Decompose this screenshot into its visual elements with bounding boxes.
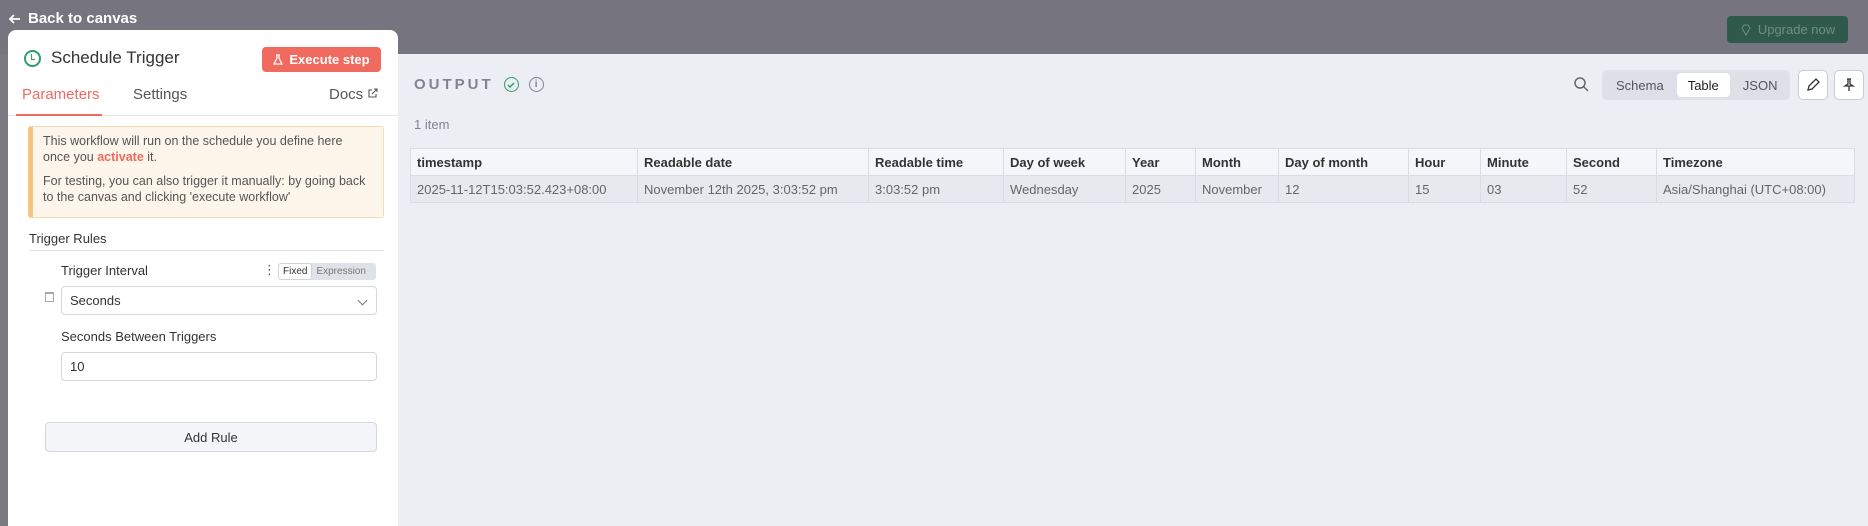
info-icon[interactable]: i (528, 77, 544, 92)
back-label: Back to canvas (28, 10, 138, 27)
view-mode-toggle: Schema Table JSON (1602, 70, 1790, 100)
flask-icon (273, 54, 284, 65)
panel-title: Schedule Trigger (24, 48, 180, 68)
output-table: timestamp Readable date Readable time Da… (410, 148, 1855, 203)
col-month: Month (1195, 148, 1279, 176)
trigger-interval-value: Seconds (70, 293, 121, 308)
upgrade-button[interactable]: Upgrade now (1727, 16, 1848, 43)
output-title: OUTPUT (414, 76, 494, 93)
chevron-down-icon (357, 295, 368, 306)
activate-link[interactable]: activate (97, 150, 144, 164)
col-hour: Hour (1408, 148, 1481, 176)
trigger-rules-heading: Trigger Rules (29, 231, 384, 251)
mode-fixed[interactable]: Fixed (278, 263, 313, 280)
fixed-expression-toggle: Fixed Expression (278, 263, 376, 280)
docs-label: Docs (329, 86, 364, 103)
panel-tabs: Parameters Settings Docs (8, 84, 398, 116)
trash-icon[interactable] (45, 292, 54, 302)
pencil-icon (1807, 78, 1820, 91)
view-json-tab[interactable]: JSON (1732, 73, 1789, 97)
pin-icon (1842, 78, 1856, 91)
col-timezone: Timezone (1656, 148, 1855, 176)
output-header: OUTPUT i (414, 76, 544, 93)
seconds-between-input[interactable]: 10 (61, 352, 377, 381)
node-title: Schedule Trigger (51, 48, 180, 67)
execute-step-button[interactable]: Execute step (262, 47, 381, 72)
col-minute: Minute (1480, 148, 1567, 176)
table-cell: 03 (1480, 175, 1567, 203)
notice-text: This workflow will run on the schedule y… (43, 134, 343, 164)
tab-parameters[interactable]: Parameters (16, 84, 102, 116)
view-schema-tab[interactable]: Schema (1605, 73, 1675, 97)
table-cell: November 12th 2025, 3:03:52 pm (637, 175, 869, 203)
upgrade-label: Upgrade now (1757, 22, 1836, 37)
edit-output-button[interactable] (1798, 70, 1828, 100)
output-panel: OUTPUT i Schema Table JSON 1 item timest… (380, 54, 1868, 526)
success-check-icon (503, 77, 519, 92)
more-options-icon[interactable]: ⋮ (263, 262, 276, 278)
trigger-interval-select[interactable]: Seconds (61, 286, 377, 315)
table-cell: 2025-11-12T15:03:52.423+08:00 (410, 175, 638, 203)
view-table-tab[interactable]: Table (1676, 73, 1730, 97)
seconds-between-label: Seconds Between Triggers (61, 329, 217, 344)
table-row: 2025-11-12T15:03:52.423+08:00 November 1… (410, 175, 1855, 203)
external-link-icon (368, 88, 378, 98)
trigger-interval-label: Trigger Interval (61, 263, 148, 278)
col-timestamp: timestamp (410, 148, 638, 176)
search-icon[interactable] (1573, 76, 1589, 92)
gem-icon (1741, 24, 1751, 36)
mode-expression[interactable]: Expression (312, 263, 369, 280)
table-header-row: timestamp Readable date Readable time Da… (410, 148, 1855, 176)
tab-settings[interactable]: Settings (133, 84, 187, 116)
table-cell: 3:03:52 pm (868, 175, 1004, 203)
table-cell: November (1195, 175, 1279, 203)
notice-line-1: This workflow will run on the schedule y… (43, 134, 373, 165)
table-cell: 52 (1566, 175, 1657, 203)
notice-text-end: it. (147, 149, 157, 164)
table-cell: 15 (1408, 175, 1481, 203)
add-rule-button[interactable]: Add Rule (45, 422, 377, 452)
table-cell: Wednesday (1003, 175, 1126, 203)
execute-label: Execute step (289, 52, 370, 67)
col-year: Year (1125, 148, 1196, 176)
col-day-of-month: Day of month (1278, 148, 1409, 176)
clock-icon (24, 49, 41, 67)
docs-link[interactable]: Docs (329, 84, 378, 116)
back-to-canvas-link[interactable]: Back to canvas (8, 10, 137, 27)
pin-output-button[interactable] (1834, 70, 1864, 100)
item-count: 1 item (414, 117, 450, 132)
table-cell: 2025 (1125, 175, 1196, 203)
col-day-of-week: Day of week (1003, 148, 1126, 176)
node-settings-panel: Schedule Trigger Execute step Parameters… (8, 30, 398, 526)
col-readable-date: Readable date (637, 148, 869, 176)
table-cell: 12 (1278, 175, 1409, 203)
schedule-notice: This workflow will run on the schedule y… (28, 126, 384, 218)
table-cell: Asia/Shanghai (UTC+08:00) (1656, 175, 1855, 203)
col-readable-time: Readable time (868, 148, 1004, 176)
arrow-left-icon (8, 13, 20, 24)
col-second: Second (1566, 148, 1657, 176)
notice-line-2: For testing, you can also trigger it man… (43, 174, 366, 204)
